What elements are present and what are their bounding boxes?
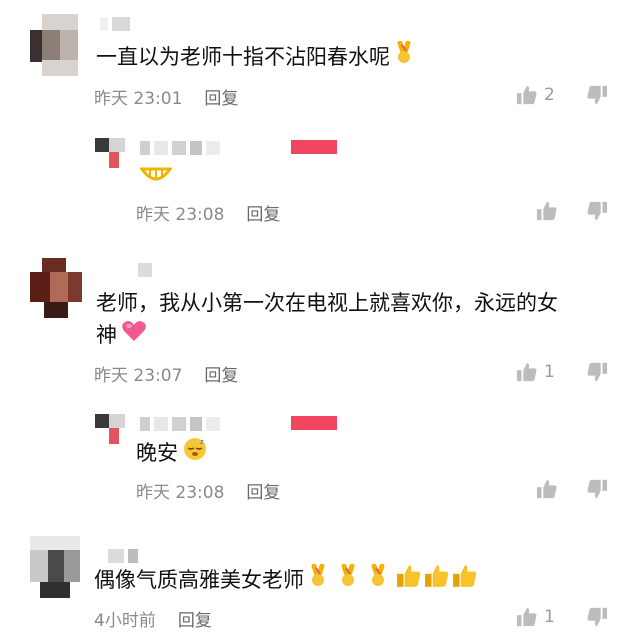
reply-button[interactable]: 回复 (204, 89, 238, 109)
reply-time: 昨天 23:08 (136, 205, 225, 225)
reply-meta: 昨天 23:08 回复 (136, 200, 280, 225)
thumbs-up-icon (516, 607, 537, 627)
like-count: 2 (544, 85, 555, 105)
reply-text (136, 162, 173, 197)
comment-meta: 4小时前 回复 (94, 606, 212, 631)
dislike-icon[interactable] (586, 361, 608, 383)
comment-time: 昨天 23:01 (94, 89, 183, 109)
reply-button[interactable]: 回复 (246, 205, 280, 225)
like-button[interactable]: 1 (516, 606, 555, 628)
username-masked[interactable] (100, 16, 134, 31)
comment-time: 昨天 23:07 (94, 366, 183, 386)
username-masked[interactable] (140, 140, 224, 155)
avatar[interactable] (30, 14, 78, 76)
dislike-icon[interactable] (586, 84, 608, 106)
thumbs-up-icon[interactable] (536, 478, 558, 500)
dislike-icon[interactable] (586, 606, 608, 628)
avatar[interactable] (30, 258, 82, 318)
reply-meta: 昨天 23:08 回复 (136, 478, 280, 503)
comment-text: 偶像气质高雅美女老师 (94, 563, 478, 599)
thumbs-up-emoji-icon (396, 563, 422, 599)
comment-time: 4小时前 (94, 611, 156, 631)
reply-button[interactable]: 回复 (204, 366, 238, 386)
thumbs-up-emoji-icon (424, 563, 450, 599)
like-count: 1 (544, 362, 555, 382)
dislike-icon[interactable] (586, 478, 608, 500)
avatar[interactable] (95, 138, 125, 168)
thumbs-up-icon (516, 362, 537, 382)
pink-heart-emoji-icon (121, 319, 147, 353)
like-count: 1 (544, 607, 555, 627)
avatar[interactable] (30, 536, 80, 598)
like-button[interactable]: 2 (516, 84, 555, 106)
reply-button[interactable]: 回复 (246, 483, 280, 503)
crossed-fingers-emoji-icon (368, 563, 388, 598)
crossed-fingers-emoji-icon (394, 40, 414, 75)
thumbs-up-emoji-icon (452, 563, 478, 599)
dislike-icon[interactable] (586, 200, 608, 222)
crossed-fingers-emoji-icon (308, 563, 328, 598)
author-badge (291, 416, 337, 430)
svg-text:z: z (200, 438, 204, 446)
like-button[interactable]: 1 (516, 361, 555, 383)
username-masked[interactable] (108, 548, 142, 563)
reply-button[interactable]: 回复 (178, 611, 212, 631)
thumbs-up-icon[interactable] (536, 200, 558, 222)
comment-text-line2: 神 (96, 318, 147, 353)
username-masked[interactable] (138, 262, 156, 277)
reply-time: 昨天 23:08 (136, 483, 225, 503)
grin-emoji-icon (139, 163, 173, 197)
thumbs-up-icon (516, 85, 537, 105)
comment-text: 老师，我从小第一次在电视上就喜欢你，永远的女 (96, 291, 558, 315)
sleepy-face-emoji-icon: z (182, 436, 208, 472)
author-badge (291, 140, 337, 154)
comment-meta: 昨天 23:01 回复 (94, 84, 238, 109)
crossed-fingers-emoji-icon (338, 563, 358, 598)
comment-text: 一直以为老师十指不沾阳春水呢 (96, 40, 414, 75)
username-masked[interactable] (140, 416, 224, 431)
reply-text: 晚安 z (136, 436, 208, 472)
comment-meta: 昨天 23:07 回复 (94, 361, 238, 386)
avatar[interactable] (95, 414, 125, 444)
